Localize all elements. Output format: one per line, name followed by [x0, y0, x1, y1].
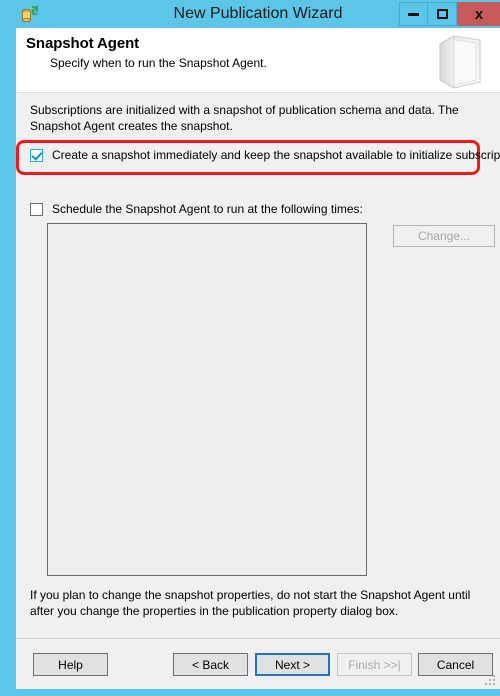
help-button[interactable]: Help [33, 653, 108, 676]
checkbox-label: Schedule the Snapshot Agent to run at th… [52, 202, 363, 216]
page-title: Snapshot Agent [26, 35, 140, 52]
note-text: If you plan to change the snapshot prope… [30, 588, 471, 618]
checkbox-label: Create a snapshot immediately and keep t… [52, 148, 500, 162]
checkbox-create-snapshot-immediately[interactable]: Create a snapshot immediately and keep t… [30, 148, 500, 162]
intro-text: Subscriptions are initialized with a sna… [30, 103, 459, 133]
change-button[interactable]: Change... [393, 225, 495, 247]
close-button[interactable]: x [457, 2, 500, 26]
checkbox-checked-icon[interactable] [30, 148, 43, 162]
wizard-content: Subscriptions are initialized with a sna… [16, 93, 500, 638]
page-subtitle: Specify when to run the Snapshot Agent. [50, 56, 267, 70]
next-button[interactable]: Next > [255, 653, 330, 676]
cancel-button[interactable]: Cancel [418, 653, 493, 676]
close-icon: x [474, 5, 484, 23]
schedule-list-box[interactable] [47, 223, 367, 576]
maximize-icon [436, 9, 448, 19]
minimize-button[interactable] [399, 2, 428, 26]
back-button[interactable]: < Back [173, 653, 248, 676]
minimize-icon [408, 12, 419, 16]
wizard-header: Snapshot Agent Specify when to run the S… [16, 28, 500, 93]
wizard-window: New Publication Wizard x Snapshot Agent … [0, 0, 500, 696]
finish-button: Finish >>| [337, 653, 412, 676]
resize-grip-icon[interactable] [484, 674, 497, 687]
window-controls: x [399, 2, 500, 26]
checkbox-schedule-snapshot-agent[interactable]: Schedule the Snapshot Agent to run at th… [30, 202, 363, 216]
book-icon [430, 30, 488, 92]
title-bar: New Publication Wizard x [8, 0, 500, 28]
wizard-footer: Help < Back Next > Finish >>| Cancel [16, 638, 500, 689]
maximize-button[interactable] [428, 2, 457, 26]
checkbox-unchecked-icon[interactable] [30, 202, 43, 216]
